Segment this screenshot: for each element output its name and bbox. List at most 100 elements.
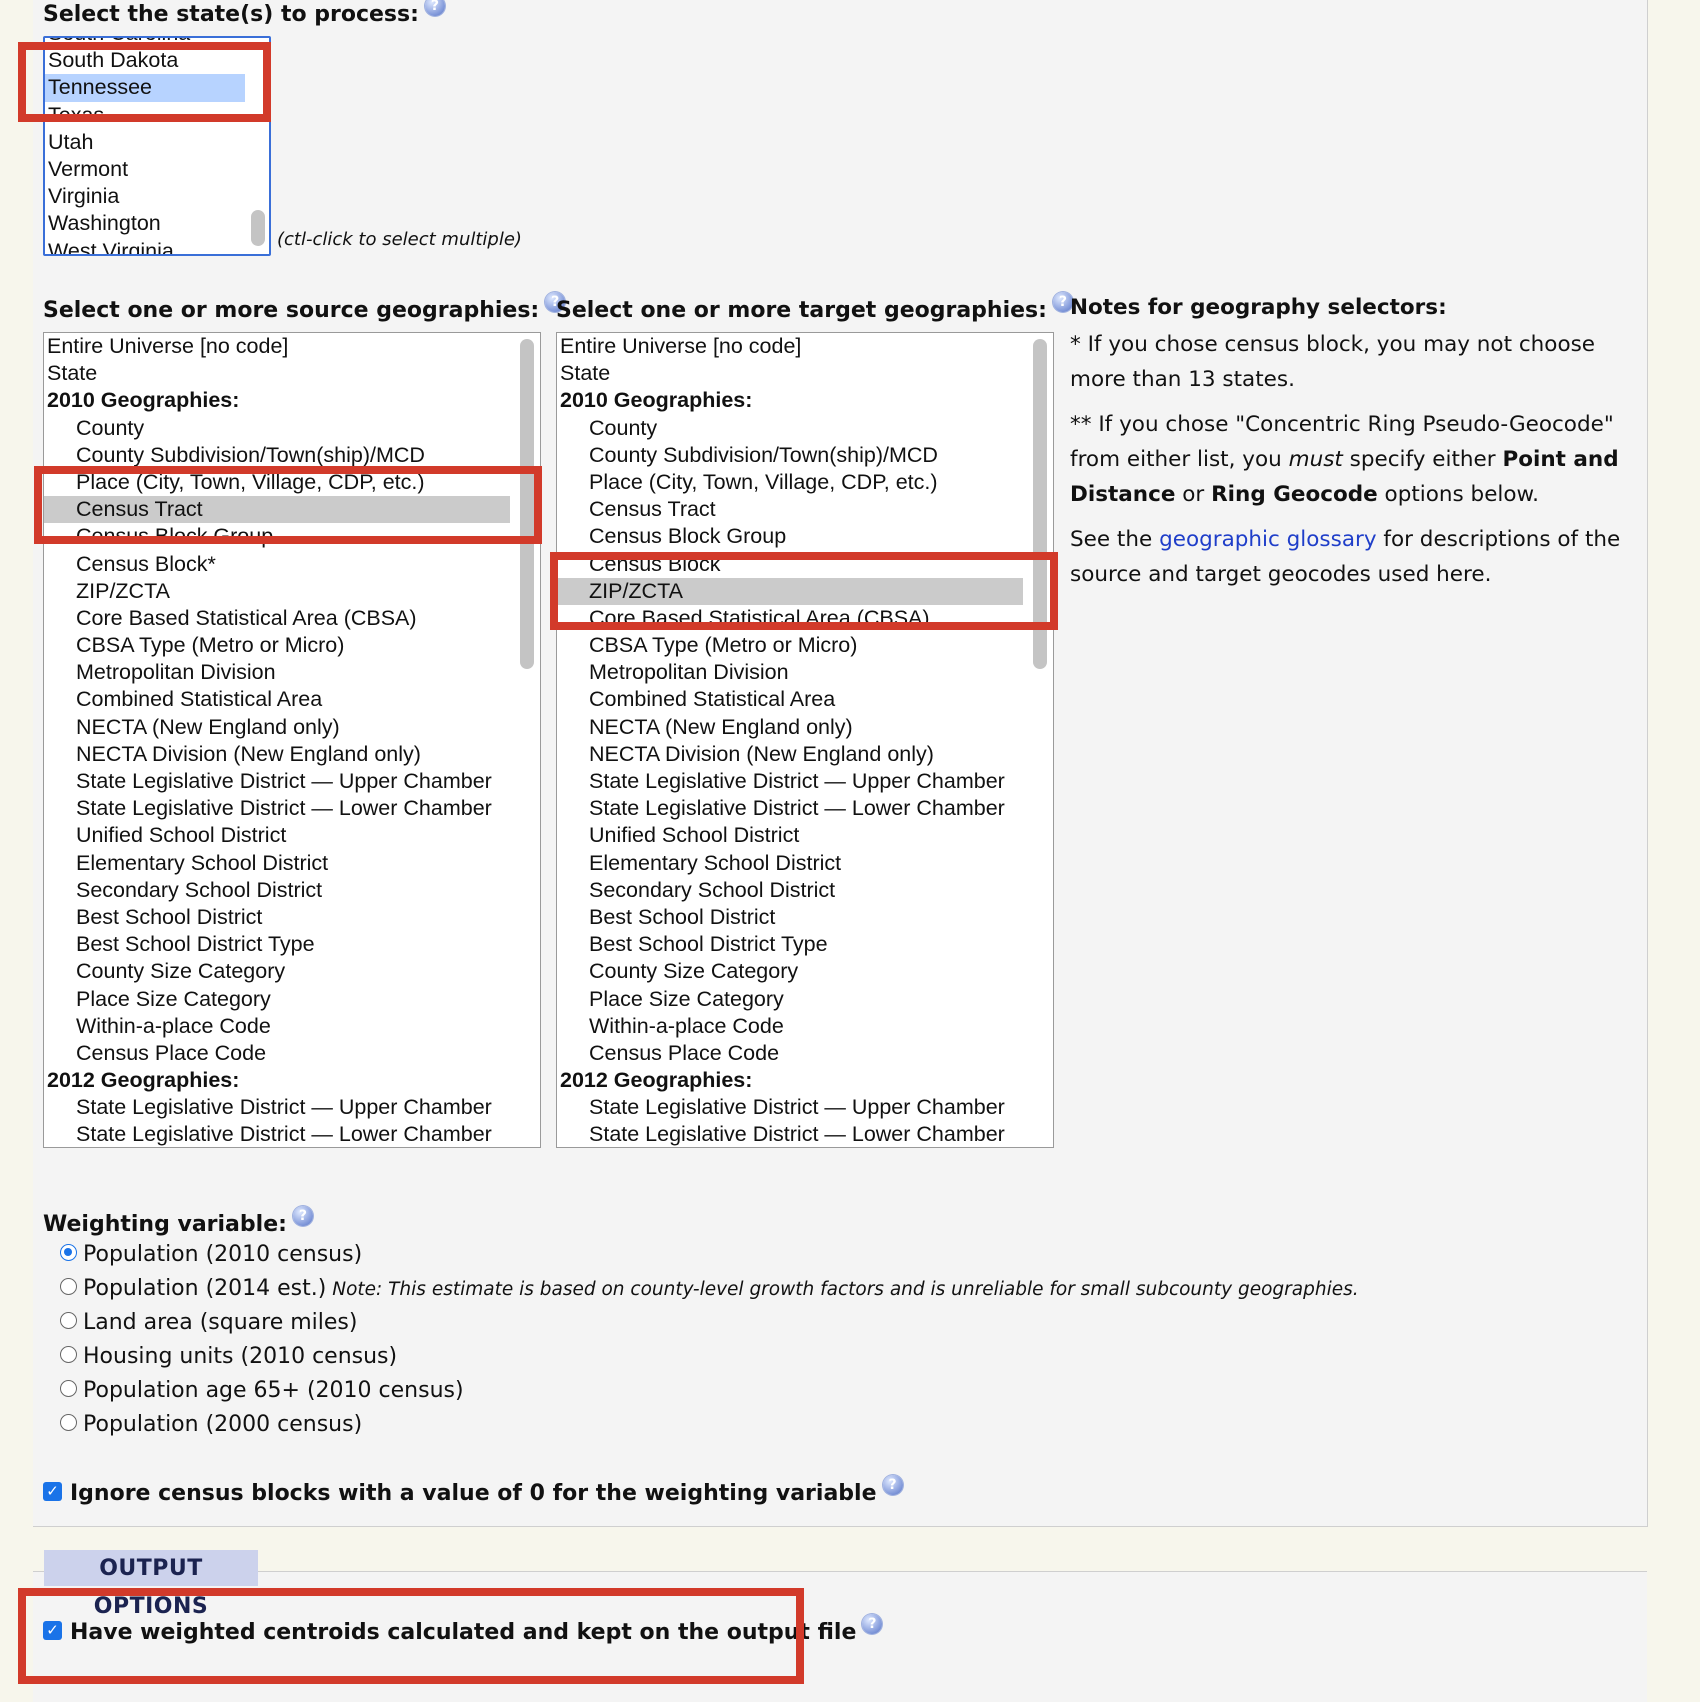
geography-notes: Notes for geography selectors: * If you … bbox=[1070, 290, 1640, 602]
geo-option[interactable]: State Legislative District — Upper Chamb… bbox=[557, 768, 1023, 795]
geo-option[interactable]: Within-a-place Code bbox=[44, 1013, 510, 1040]
weighting-label: Weighting variable:? bbox=[43, 1206, 313, 1237]
geo-option[interactable]: Best School District Type bbox=[44, 931, 510, 958]
geo-option[interactable]: County bbox=[44, 415, 510, 442]
geo-option[interactable]: NECTA (New England only) bbox=[557, 714, 1023, 741]
note-census-block: * If you chose census block, you may not… bbox=[1070, 332, 1596, 392]
geo-option[interactable]: State bbox=[557, 360, 1023, 387]
target-geo-label: Select one or more target geographies:? bbox=[556, 292, 1073, 323]
geo-option[interactable]: State Legislative District — Lower Chamb… bbox=[44, 1121, 510, 1147]
radio-button[interactable] bbox=[60, 1413, 77, 1431]
annotation-box-target bbox=[550, 552, 1058, 630]
geo-option[interactable]: Place (City, Town, Village, CDP, etc.) bbox=[557, 469, 1023, 496]
geo-option[interactable]: Metropolitan Division bbox=[44, 659, 510, 686]
geo-option[interactable]: NECTA Division (New England only) bbox=[44, 741, 510, 768]
weighting-option-label: Population (2010 census) bbox=[83, 1242, 363, 1267]
annotation-box-state bbox=[18, 42, 271, 122]
weighting-option[interactable]: Population (2000 census) bbox=[60, 1412, 362, 1437]
radio-button[interactable] bbox=[60, 1379, 77, 1397]
geo-option[interactable]: Elementary School District bbox=[44, 850, 510, 877]
weighting-option-label: Population age 65+ (2010 census) bbox=[83, 1378, 464, 1403]
weighting-option[interactable]: Population (2014 est.) Note: This estima… bbox=[60, 1276, 1359, 1301]
geo-option[interactable]: Secondary School District bbox=[557, 877, 1023, 904]
geo-option[interactable]: Entire Universe [no code] bbox=[557, 333, 1023, 360]
geo-option[interactable]: CBSA Type (Metro or Micro) bbox=[44, 632, 510, 659]
annotation-box-centroids bbox=[18, 1588, 804, 1684]
state-option[interactable]: Virginia bbox=[45, 183, 245, 210]
geo-option[interactable]: Core Based Statistical Area (CBSA) bbox=[44, 605, 510, 632]
geo-option[interactable]: State Legislative District — Upper Chamb… bbox=[44, 768, 510, 795]
geo-option[interactable]: Secondary School District bbox=[44, 877, 510, 904]
weighting-option[interactable]: Housing units (2010 census) bbox=[60, 1344, 397, 1369]
radio-button[interactable] bbox=[60, 1311, 77, 1329]
geo-option[interactable]: Unified School District bbox=[557, 822, 1023, 849]
geo-option[interactable]: Census Place Code bbox=[557, 1040, 1023, 1067]
geo-option[interactable]: Census Block Group bbox=[557, 523, 1023, 550]
geo-option[interactable]: State Legislative District — Upper Chamb… bbox=[44, 1094, 510, 1121]
geo-option[interactable]: State Legislative District — Lower Chamb… bbox=[557, 795, 1023, 822]
ignore-zero-label: Ignore census blocks with a value of 0 f… bbox=[70, 1481, 877, 1506]
help-icon[interactable]: ? bbox=[292, 1206, 313, 1226]
geo-option[interactable]: Census Place Code bbox=[44, 1040, 510, 1067]
help-icon[interactable]: ? bbox=[424, 0, 445, 16]
geo-option[interactable]: Metropolitan Division bbox=[557, 659, 1023, 686]
geo-option[interactable]: ZIP/ZCTA bbox=[44, 578, 510, 605]
geo-option[interactable]: NECTA Division (New England only) bbox=[557, 741, 1023, 768]
state-option[interactable]: Washington bbox=[45, 210, 245, 237]
weighting-option-label: Land area (square miles) bbox=[83, 1310, 358, 1335]
state-option[interactable]: Utah bbox=[45, 129, 245, 156]
weighting-option[interactable]: Population (2010 census) bbox=[60, 1242, 362, 1267]
radio-button[interactable] bbox=[60, 1277, 77, 1295]
states-label: Select the state(s) to process:? bbox=[43, 0, 445, 27]
geo-option[interactable]: Place Size Category bbox=[44, 986, 510, 1013]
geo-option[interactable]: Census Tract bbox=[557, 496, 1023, 523]
ignore-zero-row[interactable]: ✓ Ignore census blocks with a value of 0 … bbox=[43, 1475, 903, 1506]
geo-option[interactable]: Best School District bbox=[44, 904, 510, 931]
annotation-box-source bbox=[34, 466, 542, 544]
weighting-option[interactable]: Population age 65+ (2010 census) bbox=[60, 1378, 464, 1403]
checkbox-checked-icon[interactable]: ✓ bbox=[43, 1481, 62, 1501]
geo-option[interactable]: Census Block* bbox=[44, 551, 510, 578]
geo-option[interactable]: County bbox=[557, 415, 1023, 442]
geo-option[interactable]: Within-a-place Code bbox=[557, 1013, 1023, 1040]
geo-option[interactable]: Best School District bbox=[557, 904, 1023, 931]
geo-group-header: 2010 Geographies: bbox=[560, 388, 753, 413]
state-option[interactable]: Vermont bbox=[45, 156, 245, 183]
geo-option[interactable]: Elementary School District bbox=[557, 850, 1023, 877]
geographic-glossary-link[interactable]: geographic glossary bbox=[1159, 527, 1377, 552]
multi-select-hint: (ctl-click to select multiple) bbox=[277, 229, 522, 250]
target-geo-listbox[interactable]: Entire Universe [no code] State 2010 Geogr… bbox=[556, 332, 1054, 1148]
geo-option[interactable]: State Legislative District — Lower Chamb… bbox=[557, 1121, 1023, 1147]
geo-option[interactable]: County Subdivision/Town(ship)/MCD bbox=[44, 442, 510, 469]
note-concentric-ring: ** If you chose "Concentric Ring Pseudo-… bbox=[1070, 412, 1619, 507]
geo-option[interactable]: NECTA (New England only) bbox=[44, 714, 510, 741]
source-geo-label: Select one or more source geographies:? bbox=[43, 292, 566, 323]
geo-option[interactable]: County Size Category bbox=[557, 958, 1023, 985]
source-geo-listbox[interactable]: Entire Universe [no code] State 2010 Geogr… bbox=[43, 332, 541, 1148]
state-option[interactable]: West Virginia bbox=[45, 238, 245, 255]
geo-option[interactable]: Unified School District bbox=[44, 822, 510, 849]
geo-option[interactable]: Best School District Type bbox=[557, 931, 1023, 958]
geo-option[interactable]: Entire Universe [no code] bbox=[44, 333, 510, 360]
geo-option[interactable]: Combined Statistical Area bbox=[44, 686, 510, 713]
geo-option[interactable]: State Legislative District — Lower Chamb… bbox=[44, 795, 510, 822]
geo-group-header: 2010 Geographies: bbox=[47, 388, 240, 413]
output-options-tab: OUTPUT OPTIONS bbox=[44, 1550, 258, 1619]
geo-option[interactable]: State bbox=[44, 360, 510, 387]
radio-button[interactable] bbox=[60, 1345, 77, 1363]
geo-option[interactable]: Combined Statistical Area bbox=[557, 686, 1023, 713]
geo-option[interactable]: County Subdivision/Town(ship)/MCD bbox=[557, 442, 1023, 469]
geo-option[interactable]: Place Size Category bbox=[557, 986, 1023, 1013]
help-icon[interactable]: ? bbox=[862, 1614, 883, 1634]
state-scrollbar[interactable] bbox=[251, 210, 265, 246]
notes-title: Notes for geography selectors: bbox=[1070, 295, 1447, 320]
geo-option[interactable]: State Legislative District — Upper Chamb… bbox=[557, 1094, 1023, 1121]
weighting-option-note: Note: This estimate is based on county-l… bbox=[326, 1279, 1359, 1300]
radio-button[interactable] bbox=[60, 1243, 77, 1261]
geo-option[interactable]: CBSA Type (Metro or Micro) bbox=[557, 632, 1023, 659]
weighting-option-label: Population (2000 census) bbox=[83, 1412, 363, 1437]
geo-option[interactable]: County Size Category bbox=[44, 958, 510, 985]
weighting-option[interactable]: Land area (square miles) bbox=[60, 1310, 357, 1335]
help-icon[interactable]: ? bbox=[882, 1475, 903, 1495]
weighting-option-label: Population (2014 est.) bbox=[83, 1276, 327, 1301]
